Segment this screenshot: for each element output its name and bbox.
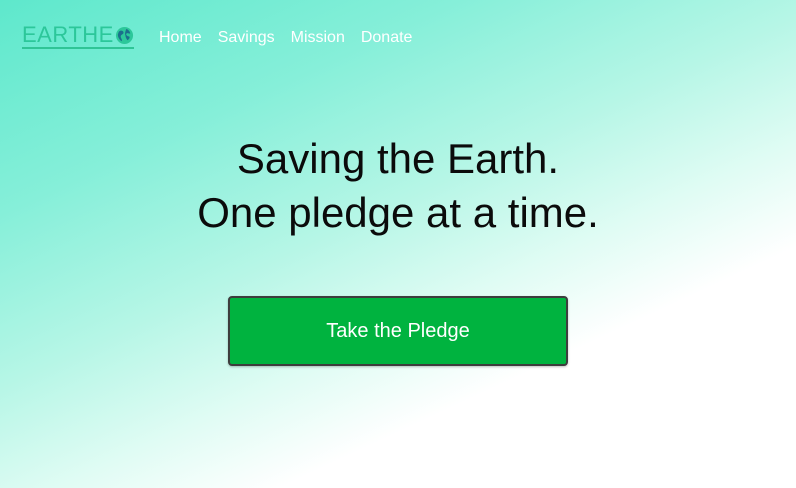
hero-line-2: One pledge at a time. — [197, 189, 599, 236]
logo-link[interactable]: EARTHE — [22, 24, 134, 49]
globe-icon — [115, 26, 134, 45]
nav-link-savings[interactable]: Savings — [218, 29, 275, 47]
take-pledge-button[interactable]: Take the Pledge — [228, 296, 568, 366]
nav-links: Home Savings Mission Donate — [159, 29, 412, 47]
navbar: EARTHE Home Savings Mission Donate — [0, 0, 796, 76]
nav-link-home[interactable]: Home — [159, 29, 202, 47]
nav-link-donate[interactable]: Donate — [361, 29, 413, 47]
nav-link-mission[interactable]: Mission — [291, 29, 345, 47]
logo-text: EARTHE — [22, 22, 114, 47]
hero-heading: Saving the Earth. One pledge at a time. — [0, 132, 796, 240]
hero-line-1: Saving the Earth. — [236, 135, 560, 182]
